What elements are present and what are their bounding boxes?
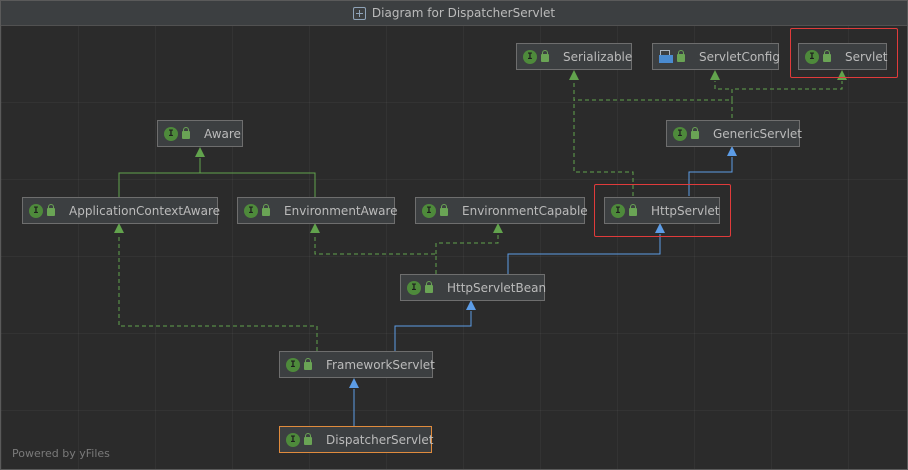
- node-aware[interactable]: I Aware: [157, 120, 243, 147]
- node-httpservlet[interactable]: I HttpServlet: [604, 197, 720, 224]
- class-icon: I: [611, 203, 625, 218]
- edge-envaware-aware: [200, 172, 316, 197]
- public-lock-icon: [677, 50, 685, 62]
- edge-genericservlet-servletconfig: [714, 81, 733, 100]
- edge-httpservletbean-envaware: [314, 234, 437, 274]
- public-lock-icon: [47, 204, 55, 216]
- node-label: FrameworkServlet: [326, 357, 435, 372]
- arrowhead-envcapable: [493, 223, 503, 233]
- edge-httpservlet-serializable: [573, 81, 634, 196]
- public-lock-icon: [304, 358, 312, 370]
- powered-by-label: Powered by yFiles: [12, 447, 110, 460]
- public-lock-icon: [541, 50, 549, 62]
- arrowhead-genericservlet: [727, 146, 737, 156]
- interface-icon: I: [523, 49, 537, 64]
- node-label: EnvironmentAware: [284, 203, 398, 218]
- interface-icon: I: [422, 203, 436, 218]
- node-label: ServletConfig: [699, 49, 780, 64]
- public-lock-icon: [425, 281, 433, 293]
- arrowhead-serializable: [569, 70, 579, 80]
- node-servlet[interactable]: I Servlet: [798, 43, 887, 70]
- public-lock-icon: [629, 204, 637, 216]
- edge-httpservletbean-httpservlet: [507, 234, 661, 274]
- node-label: HttpServletBean: [447, 280, 547, 295]
- interface-icon: I: [805, 49, 819, 64]
- node-label: GenericServlet: [713, 126, 802, 141]
- interface-icon: I: [244, 203, 258, 218]
- public-lock-icon: [262, 204, 270, 216]
- arrowhead-httpservletbean: [466, 300, 476, 310]
- class-icon: I: [286, 432, 300, 447]
- node-serializable[interactable]: I Serializable: [516, 43, 632, 70]
- node-label: Aware: [204, 126, 241, 141]
- node-label: Servlet: [845, 49, 888, 64]
- edge-httpservletbean-envcapable: [435, 234, 499, 254]
- edge-appctxaware-aware: [118, 158, 201, 197]
- edge-frameworkservlet-httpservletbean: [394, 311, 472, 351]
- node-dispatcherservlet[interactable]: I DispatcherServlet: [279, 426, 434, 453]
- arrowhead-envaware: [310, 223, 320, 233]
- node-frameworkservlet[interactable]: I FrameworkServlet: [279, 351, 435, 378]
- node-label: HttpServlet: [651, 203, 720, 218]
- public-lock-icon: [823, 50, 831, 62]
- node-label: DispatcherServlet: [326, 432, 434, 447]
- arrowhead-appctxaware: [114, 223, 124, 233]
- class-icon: I: [407, 280, 421, 295]
- edge-frameworkservlet-appctxaware: [118, 234, 318, 351]
- public-lock-icon: [691, 127, 699, 139]
- node-httpservletbean[interactable]: I HttpServletBean: [400, 274, 547, 301]
- arrowhead-servletconfig: [710, 70, 720, 80]
- class-icon: I: [673, 126, 687, 141]
- interface-icon: I: [164, 126, 178, 141]
- diagram-window: Diagram for DispatcherServlet I Serializ…: [0, 0, 908, 470]
- arrowhead-aware: [195, 147, 205, 157]
- node-label: Serializable: [563, 49, 633, 64]
- node-environmentaware[interactable]: I EnvironmentAware: [237, 197, 398, 224]
- public-lock-icon: [440, 204, 448, 216]
- interface-icon: I: [29, 203, 43, 218]
- node-label: ApplicationContextAware: [69, 203, 221, 218]
- node-servletconfig[interactable]: ServletConfig: [652, 43, 780, 70]
- config-file-icon: [659, 50, 673, 63]
- node-genericservlet[interactable]: I GenericServlet: [666, 120, 802, 147]
- node-environmentcapable[interactable]: I EnvironmentCapable: [415, 197, 588, 224]
- edge-genericservlet-serializable: [573, 81, 733, 118]
- node-applicationcontextaware[interactable]: I ApplicationContextAware: [22, 197, 221, 224]
- edges-layer: [114, 70, 847, 426]
- arrowhead-frameworkservlet: [349, 378, 359, 388]
- class-icon: I: [286, 357, 300, 372]
- edge-genericservlet-servlet: [731, 81, 843, 100]
- node-label: EnvironmentCapable: [462, 203, 588, 218]
- public-lock-icon: [182, 127, 190, 139]
- public-lock-icon: [304, 433, 312, 445]
